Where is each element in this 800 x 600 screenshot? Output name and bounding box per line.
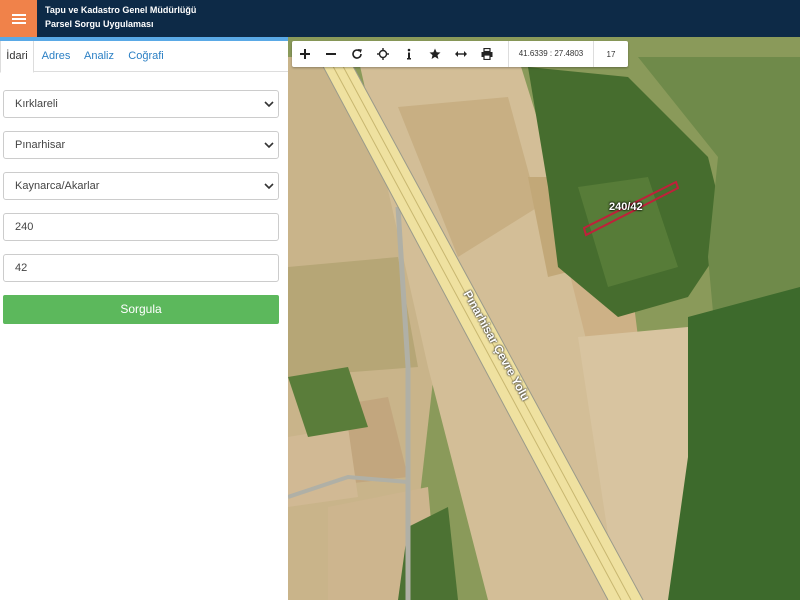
tab-cografi[interactable]: Coğrafi [124, 41, 168, 72]
zoom-in-button[interactable] [292, 41, 318, 67]
measure-icon [455, 51, 467, 57]
map-toolbar: 41.6339 : 27.4803 17 [292, 41, 628, 67]
district-select[interactable]: Pınarhisar [3, 131, 279, 159]
tab-idari[interactable]: İdari [0, 41, 34, 73]
parcel-value: 42 [15, 262, 28, 274]
tab-adres[interactable]: Adres [36, 41, 76, 72]
zoom-level-readout: 17 [606, 49, 616, 59]
zoom-out-icon [326, 53, 336, 55]
refresh-icon [352, 49, 362, 59]
info-icon [407, 48, 411, 60]
neighborhood-value: Kaynarca/Akarlar [15, 180, 100, 192]
sidebar: İdari Adres Analiz Coğrafi Kırklareli Pı… [0, 41, 288, 600]
app-subtitle: Parsel Sorgu Uygulaması [45, 19, 154, 29]
chevron-down-icon [264, 101, 274, 108]
block-value: 240 [15, 221, 34, 233]
app-title: Tapu ve Kadastro Genel Müdürlüğü [45, 5, 197, 15]
tab-bar: İdari Adres Analiz Coğrafi [0, 41, 288, 73]
chevron-down-icon [264, 142, 274, 149]
refresh-button[interactable] [344, 41, 370, 67]
zoom-out-button[interactable] [318, 41, 344, 67]
menu-button[interactable] [0, 0, 37, 37]
satellite-imagery [288, 37, 800, 600]
parcel-label: 240/42 [609, 201, 643, 213]
app-header: Tapu ve Kadastro Genel Müdürlüğü Parsel … [0, 0, 800, 37]
province-select[interactable]: Kırklareli [3, 90, 279, 118]
hamburger-icon [11, 13, 26, 24]
locate-button[interactable] [370, 41, 396, 67]
coordinates-readout: 41.6339 : 27.4803 [508, 41, 594, 67]
neighborhood-select[interactable]: Kaynarca/Akarlar [3, 172, 279, 200]
tab-analiz[interactable]: Analiz [79, 41, 119, 72]
chevron-down-icon [264, 183, 274, 190]
parcel-input[interactable]: 42 [3, 254, 279, 282]
info-button[interactable] [396, 41, 422, 67]
province-value: Kırklareli [15, 98, 58, 110]
zoom-in-icon [300, 49, 310, 59]
favorite-icon [429, 48, 441, 59]
query-button[interactable]: Sorgula [3, 295, 279, 324]
district-value: Pınarhisar [15, 139, 66, 151]
block-input[interactable]: 240 [3, 213, 279, 241]
print-icon [481, 48, 493, 60]
app-titles: Tapu ve Kadastro Genel Müdürlüğü Parsel … [45, 3, 196, 31]
locate-icon [377, 48, 389, 60]
map-view[interactable]: 41.6339 : 27.4803 17 240/42 Pınarhisar Ç… [288, 37, 800, 600]
print-button[interactable] [474, 41, 500, 67]
favorite-button[interactable] [422, 41, 448, 67]
measure-button[interactable] [448, 41, 474, 67]
